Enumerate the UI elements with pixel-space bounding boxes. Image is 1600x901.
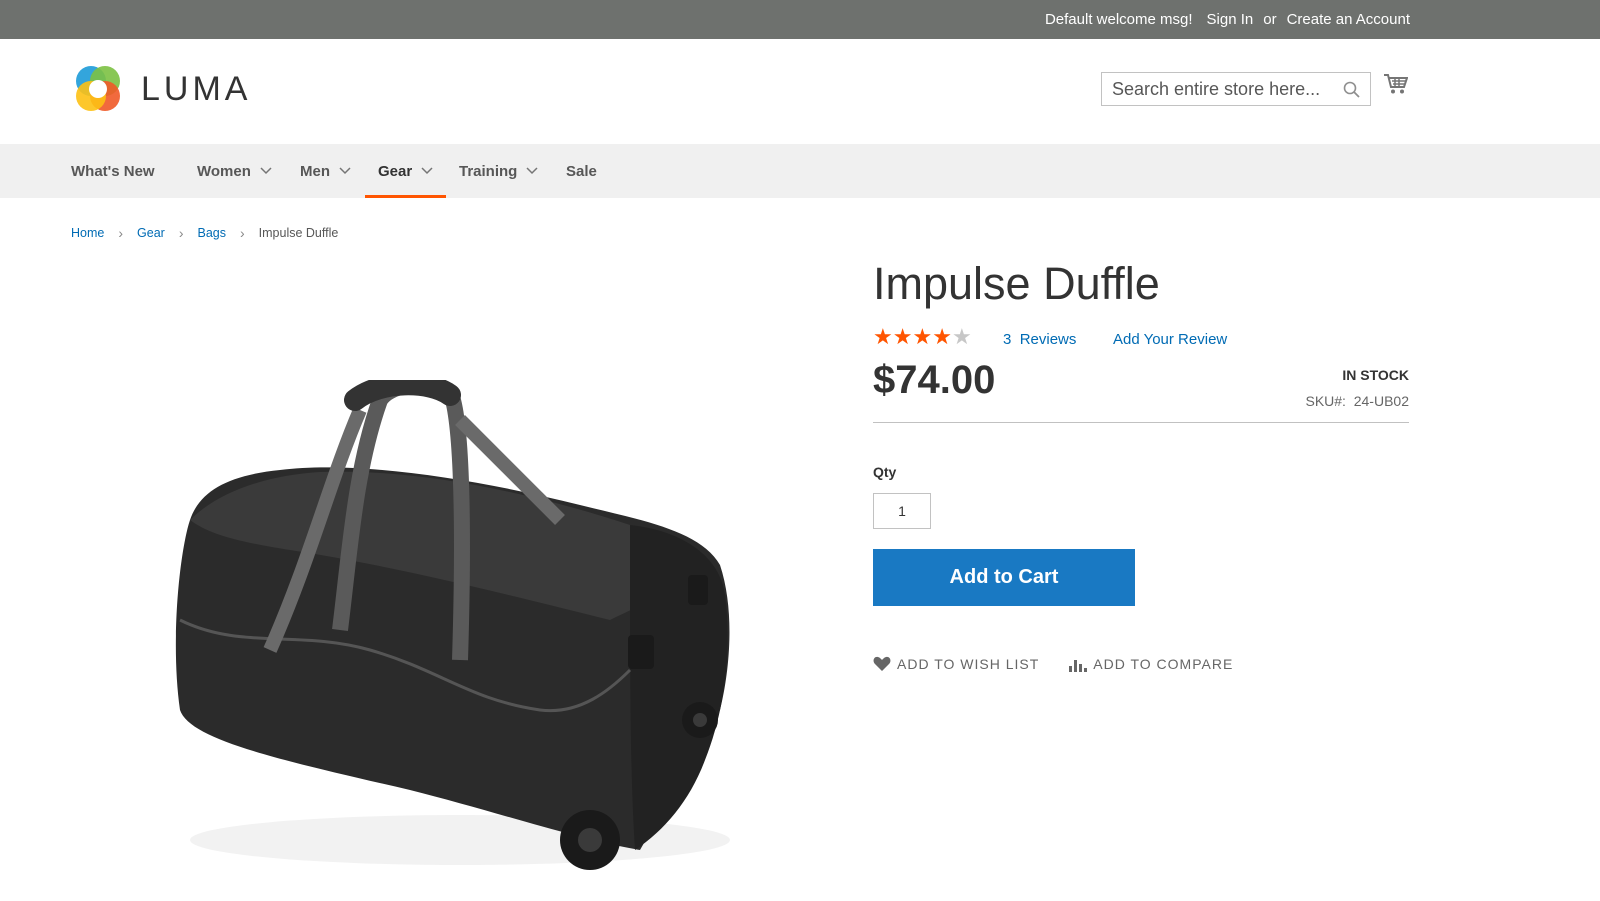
search-box: [1101, 72, 1371, 106]
nav-item-sale[interactable]: Sale: [566, 144, 597, 198]
star-icon: ★: [892, 324, 913, 349]
qty-label: Qty: [873, 464, 897, 480]
product-actions: ADD TO WISH LIST ADD TO COMPARE: [873, 656, 1233, 672]
reviews-label: Reviews: [1019, 331, 1077, 348]
nav-label: Women: [197, 162, 251, 180]
compare-label: ADD TO COMPARE: [1093, 656, 1234, 672]
breadcrumb-home[interactable]: Home: [71, 226, 104, 240]
nav-item-women[interactable]: Women: [197, 144, 272, 198]
chevron-down-icon: [526, 167, 538, 175]
create-account-link[interactable]: Create an Account: [1287, 11, 1410, 28]
rating-stars: ★ ★ ★ ★ ★: [873, 326, 972, 348]
star-icon: ★: [932, 324, 952, 349]
nav-item-gear[interactable]: Gear: [364, 144, 447, 198]
heart-icon: [873, 656, 891, 671]
star-icon: ★: [873, 324, 893, 349]
chevron-right-icon: ›: [178, 225, 184, 241]
main-navigation: What's New Women Men Gear Training Sale: [0, 144, 1600, 198]
breadcrumb: Home › Gear › Bags › Impulse Duffle: [71, 225, 338, 241]
add-review-link[interactable]: Add Your Review: [1113, 331, 1227, 348]
luma-logo-icon: [76, 66, 120, 111]
add-to-cart-button[interactable]: Add to Cart: [873, 549, 1135, 606]
reviews-link[interactable]: 3 Reviews: [1003, 331, 1076, 348]
page-header: LUMA: [0, 39, 1600, 144]
chevron-down-icon: [260, 167, 272, 175]
add-to-wishlist-link[interactable]: ADD TO WISH LIST: [873, 656, 1039, 672]
divider: [873, 422, 1409, 423]
nav-item-training[interactable]: Training: [459, 144, 538, 198]
chevron-down-icon: [339, 167, 351, 175]
chevron-right-icon: ›: [239, 225, 245, 241]
chevron-right-icon: ›: [118, 225, 124, 241]
chevron-down-icon: [421, 167, 433, 175]
reviews-count: 3: [1003, 331, 1012, 348]
or-text: or: [1263, 11, 1277, 28]
store-logo[interactable]: LUMA: [71, 62, 251, 116]
nav-label: Men: [300, 162, 330, 180]
stock-status: IN STOCK: [1342, 367, 1409, 383]
nav-item-whats-new[interactable]: What's New: [71, 144, 155, 198]
nav-label: Sale: [566, 162, 597, 180]
cart-icon[interactable]: [1384, 73, 1408, 95]
rating-summary[interactable]: ★ ★ ★ ★ ★: [873, 326, 972, 348]
product-image[interactable]: [160, 380, 750, 890]
nav-item-men[interactable]: Men: [300, 144, 351, 198]
compare-icon: [1069, 659, 1088, 672]
breadcrumb-bags[interactable]: Bags: [197, 226, 226, 240]
qty-input[interactable]: [873, 493, 931, 529]
top-links: Default welcome msg! Sign In or Create a…: [1031, 0, 1410, 39]
product-price: $74.00: [873, 358, 996, 402]
sku-label: SKU#:: [1305, 393, 1346, 409]
breadcrumb-current: Impulse Duffle: [258, 226, 339, 240]
welcome-message: Default welcome msg!: [1044, 11, 1193, 28]
logo-text: LUMA: [141, 69, 252, 108]
star-icon: ★: [951, 324, 972, 349]
product-sku: SKU#: 24-UB02: [1305, 393, 1409, 409]
search-icon[interactable]: [1343, 81, 1360, 98]
sku-value: 24-UB02: [1353, 393, 1409, 409]
nav-label: What's New: [71, 162, 155, 180]
nav-label: Gear: [378, 162, 413, 180]
sign-in-link[interactable]: Sign In: [1207, 11, 1254, 28]
nav-label: Training: [459, 162, 518, 180]
add-to-compare-link[interactable]: ADD TO COMPARE: [1069, 656, 1233, 672]
breadcrumb-gear[interactable]: Gear: [137, 226, 165, 240]
product-title: Impulse Duffle: [873, 258, 1160, 309]
star-icon: ★: [912, 324, 933, 349]
wishlist-label: ADD TO WISH LIST: [897, 656, 1040, 672]
search-input[interactable]: [1112, 73, 1332, 105]
top-bar: Default welcome msg! Sign In or Create a…: [0, 0, 1600, 39]
